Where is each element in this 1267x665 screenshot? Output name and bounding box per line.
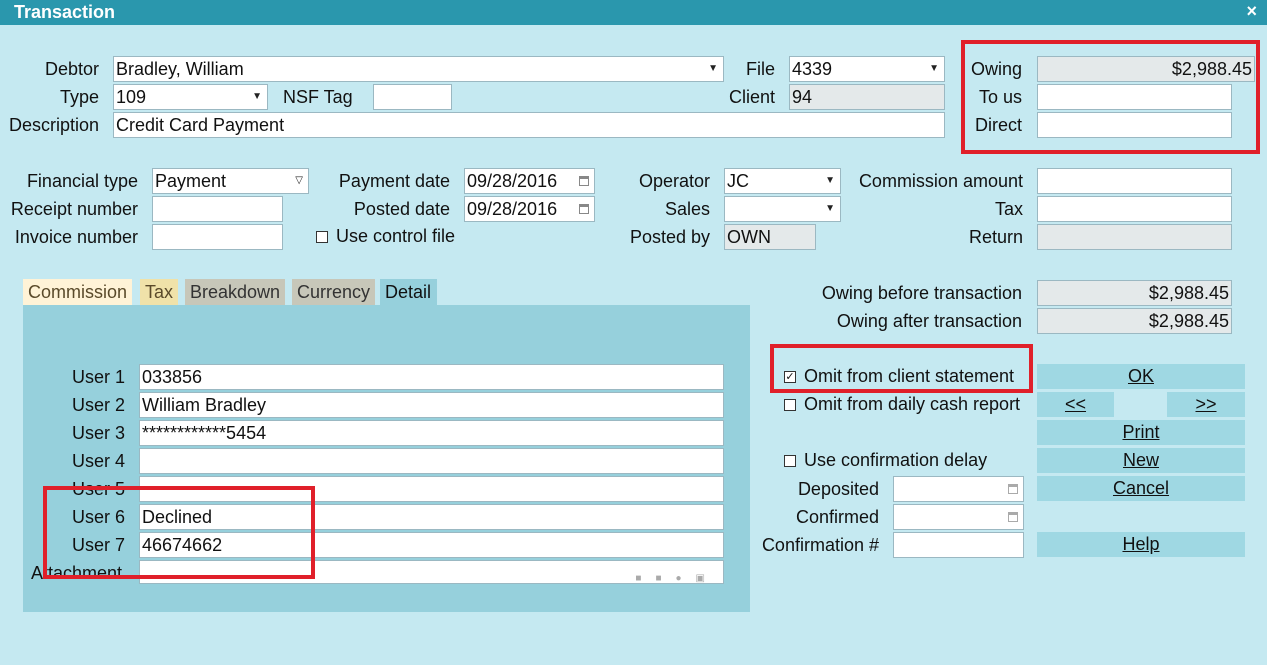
operator-label: Operator <box>638 171 710 191</box>
file-value: 4339 <box>792 59 833 79</box>
nsf-tag-label: NSF Tag <box>283 87 353 107</box>
use-control-file-checkbox[interactable] <box>316 231 328 243</box>
type-select[interactable]: 109 ▼ <box>113 84 268 110</box>
owing-before-field: $2,988.45 <box>1037 280 1232 306</box>
return-field <box>1037 224 1232 250</box>
chevron-down-icon[interactable]: ▼ <box>252 85 262 109</box>
window-title: Transaction <box>14 2 116 22</box>
calendar-icon[interactable] <box>579 176 589 186</box>
chevron-down-icon[interactable]: ▼ <box>825 169 835 193</box>
attachment-icons: ■■●▣ <box>635 567 719 583</box>
user1-label: User 1 <box>71 367 125 387</box>
nsf-tag-input[interactable] <box>373 84 452 110</box>
calendar-icon[interactable] <box>1008 484 1018 494</box>
posted-date-input[interactable]: 09/28/2016 <box>464 196 595 222</box>
user4-input[interactable] <box>139 448 724 474</box>
user2-label: User 2 <box>71 395 125 415</box>
receipt-number-label: Receipt number <box>10 199 138 219</box>
next-button[interactable]: >> <box>1167 392 1245 417</box>
new-button[interactable]: New <box>1037 448 1245 473</box>
chevron-down-icon[interactable]: ▼ <box>708 57 718 81</box>
commission-amount-input[interactable] <box>1037 168 1232 194</box>
payment-date-label: Payment date <box>338 171 450 191</box>
cancel-button[interactable]: Cancel <box>1037 476 1245 501</box>
financial-type-label: Financial type <box>26 171 138 191</box>
owing-before-label: Owing before transaction <box>821 283 1022 303</box>
tab-detail[interactable]: Detail <box>380 279 437 305</box>
close-icon[interactable]: × <box>1246 1 1257 22</box>
invoice-number-label: Invoice number <box>14 227 138 247</box>
operator-value: JC <box>727 171 749 191</box>
tax-input[interactable] <box>1037 196 1232 222</box>
posted-by-field: OWN <box>724 224 816 250</box>
print-button[interactable]: Print <box>1037 420 1245 445</box>
help-button[interactable]: Help <box>1037 532 1245 557</box>
user3-input[interactable]: ************5454 <box>139 420 724 446</box>
calendar-icon[interactable] <box>579 204 589 214</box>
client-field: 94 <box>789 84 945 110</box>
owing-after-label: Owing after transaction <box>836 311 1022 331</box>
tab-currency[interactable]: Currency <box>292 279 376 305</box>
deposited-label: Deposited <box>797 479 879 499</box>
use-confirmation-delay-label: Use confirmation delay <box>804 450 988 470</box>
debtor-value: Bradley, William <box>116 59 244 79</box>
view-icon[interactable]: ▣ <box>696 573 719 583</box>
user-fields-highlight-box <box>43 486 315 579</box>
posted-date-label: Posted date <box>353 199 450 219</box>
debtor-label: Debtor <box>44 59 99 79</box>
chevron-down-icon[interactable]: ▼ <box>825 197 835 221</box>
use-control-file-label: Use control file <box>336 226 456 246</box>
client-label: Client <box>728 87 775 107</box>
invoice-number-input[interactable] <box>152 224 283 250</box>
receipt-number-input[interactable] <box>152 196 283 222</box>
posted-date-value: 09/28/2016 <box>467 199 558 219</box>
sales-label: Sales <box>664 199 710 219</box>
chevron-down-icon[interactable]: ▼ <box>929 57 939 81</box>
use-confirmation-delay-checkbox[interactable] <box>784 455 796 467</box>
tab-commission[interactable]: Commission <box>23 279 133 305</box>
commission-amount-label: Commission amount <box>858 171 1023 191</box>
deposited-input[interactable] <box>893 476 1024 502</box>
type-value: 109 <box>116 87 147 107</box>
confirmation-number-input[interactable] <box>893 532 1024 558</box>
financial-type-select[interactable]: Payment ▽ <box>152 168 309 194</box>
debtor-select[interactable]: Bradley, William ▼ <box>113 56 724 82</box>
confirmed-label: Confirmed <box>795 507 879 527</box>
ok-button[interactable]: OK <box>1037 364 1245 389</box>
user2-input[interactable]: William Bradley <box>139 392 724 418</box>
description-input[interactable]: Credit Card Payment <box>113 112 945 138</box>
previous-button[interactable]: << <box>1037 392 1114 417</box>
omit-statement-highlight-box <box>770 344 1033 393</box>
omit-daily-cash-checkbox[interactable] <box>784 399 796 411</box>
confirmation-number-label: Confirmation # <box>761 535 879 555</box>
confirmed-input[interactable] <box>893 504 1024 530</box>
tab-breakdown[interactable]: Breakdown <box>185 279 286 305</box>
omit-daily-cash-label: Omit from daily cash report <box>804 394 1021 414</box>
posted-by-label: Posted by <box>629 227 710 247</box>
tab-tax[interactable]: Tax <box>140 279 179 305</box>
sales-select[interactable]: ▼ <box>724 196 841 222</box>
user3-label: User 3 <box>71 423 125 443</box>
user4-label: User 4 <box>71 451 125 471</box>
payment-date-input[interactable]: 09/28/2016 <box>464 168 595 194</box>
file-select[interactable]: 4339 ▼ <box>789 56 945 82</box>
user1-input[interactable]: 033856 <box>139 364 724 390</box>
calendar-icon[interactable] <box>1008 512 1018 522</box>
delete-icon[interactable]: ● <box>676 573 696 583</box>
payment-date-value: 09/28/2016 <box>467 171 558 191</box>
operator-select[interactable]: JC ▼ <box>724 168 841 194</box>
print-icon[interactable]: ■ <box>655 573 675 583</box>
tax-label: Tax <box>994 199 1023 219</box>
financial-type-value: Payment <box>155 171 227 191</box>
return-label: Return <box>968 227 1023 247</box>
title-bar: Transaction × <box>0 0 1267 25</box>
type-label: Type <box>59 87 99 107</box>
file-label: File <box>745 59 775 79</box>
folder-icon[interactable]: ■ <box>635 573 655 583</box>
owing-highlight-box <box>961 40 1260 154</box>
owing-after-field: $2,988.45 <box>1037 308 1232 334</box>
description-label: Description <box>8 115 99 135</box>
